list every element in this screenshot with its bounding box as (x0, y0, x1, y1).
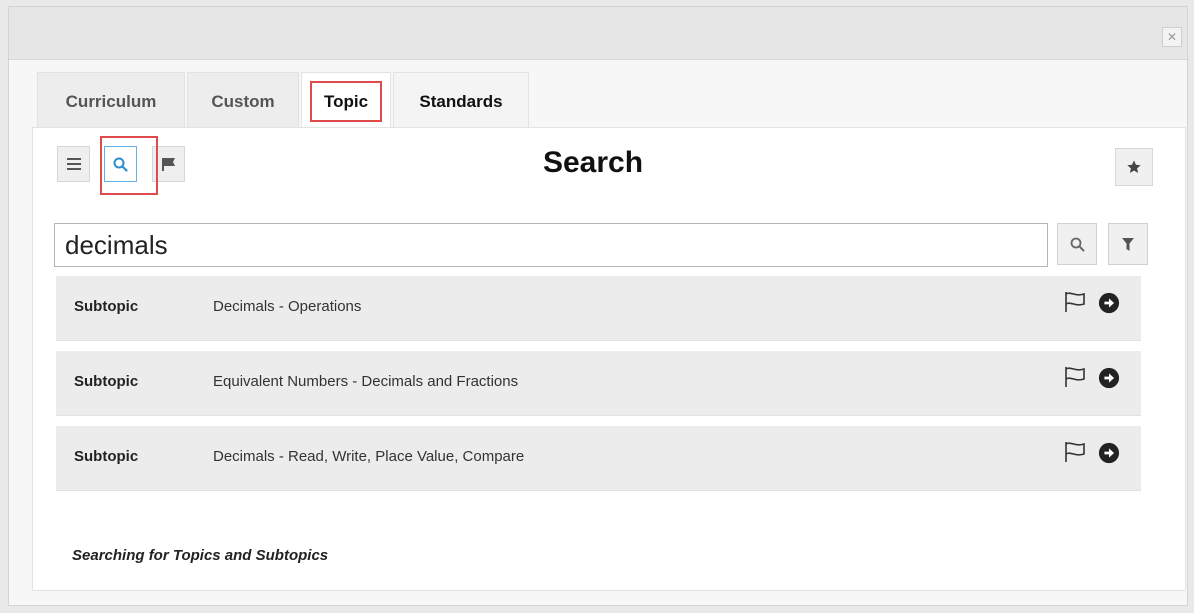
favorites-button[interactable] (1115, 148, 1153, 186)
topic-dialog: ✕ Curriculum Custom Topic Standards Sear… (8, 6, 1188, 606)
result-label: Decimals - Operations (213, 298, 362, 315)
page-title: Search (542, 146, 644, 179)
list-view-button[interactable] (57, 146, 90, 182)
result-type: Subtopic (74, 373, 139, 390)
flag-outline-icon[interactable] (1063, 290, 1087, 314)
close-button[interactable]: ✕ (1162, 27, 1182, 47)
list-icon (66, 158, 81, 170)
result-row[interactable]: Subtopic Decimals - Read, Write, Place V… (56, 426, 1141, 491)
tab-topic[interactable]: Topic (301, 72, 391, 130)
tab-label: Standards (419, 91, 503, 111)
filter-icon (1122, 237, 1134, 251)
result-row[interactable]: Subtopic Equivalent Numbers - Decimals a… (56, 351, 1141, 416)
search-icon (1070, 237, 1084, 251)
result-label: Decimals - Read, Write, Place Value, Com… (213, 448, 525, 465)
result-type: Subtopic (74, 298, 139, 315)
search-submit-button[interactable] (1057, 223, 1097, 265)
tab-custom[interactable]: Custom (187, 72, 299, 130)
tab-standards[interactable]: Standards (393, 72, 529, 130)
close-icon: ✕ (1166, 30, 1178, 44)
flag-view-button[interactable] (152, 146, 185, 182)
result-type: Subtopic (74, 448, 139, 465)
filter-button[interactable] (1108, 223, 1148, 265)
search-status-note: Searching for Topics and Subtopics (72, 547, 329, 564)
tab-label: Curriculum (65, 91, 157, 111)
arrow-right-circle-icon[interactable] (1098, 367, 1120, 389)
result-label: Equivalent Numbers - Decimals and Fracti… (213, 373, 519, 390)
arrow-right-circle-icon[interactable] (1098, 442, 1120, 464)
tab-label: Custom (211, 91, 275, 111)
flag-icon (161, 158, 175, 171)
flag-outline-icon[interactable] (1063, 365, 1087, 389)
tab-curriculum[interactable]: Curriculum (37, 72, 185, 130)
search-view-button[interactable] (104, 146, 137, 182)
search-icon (113, 157, 128, 172)
star-icon (1127, 160, 1141, 173)
arrow-right-circle-icon[interactable] (1098, 292, 1120, 314)
flag-outline-icon[interactable] (1063, 440, 1087, 464)
search-input[interactable] (54, 223, 1048, 267)
dialog-titlebar: ✕ (9, 7, 1187, 60)
tab-label: Topic (309, 81, 383, 122)
result-row[interactable]: Subtopic Decimals - Operations (56, 276, 1141, 341)
topic-panel: Search Subtopic Decimals - Operations (32, 127, 1186, 591)
